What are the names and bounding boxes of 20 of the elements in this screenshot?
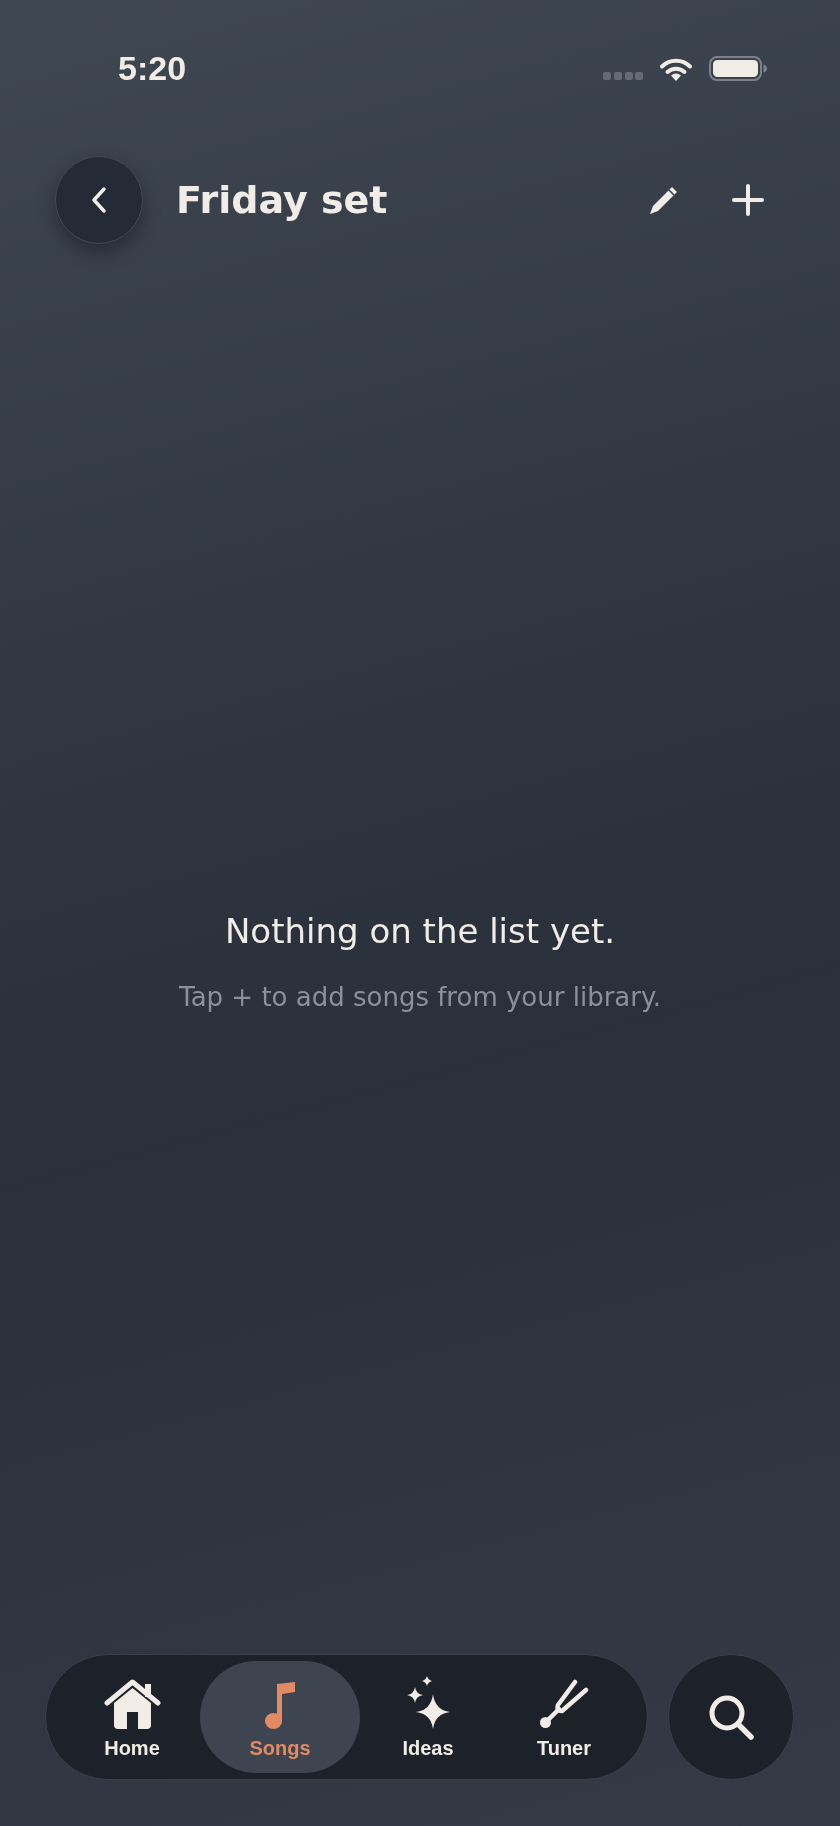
status-time: 5:20	[118, 51, 187, 85]
screen-title: Friday set	[176, 181, 388, 219]
edit-button[interactable]	[648, 185, 680, 215]
search-icon	[707, 1693, 755, 1741]
tuning-fork-icon	[539, 1679, 589, 1729]
tab-bar-item[interactable]: Ideas	[360, 1661, 496, 1773]
tab-bar-item[interactable]: Tuner	[496, 1661, 632, 1773]
empty-state-message: Tap + to add songs from your library.	[179, 981, 661, 1013]
battery-icon	[709, 55, 767, 81]
back-chevron-icon	[91, 186, 107, 214]
sparkles-icon	[406, 1676, 450, 1729]
tab-bar-item[interactable]: Songs	[200, 1661, 360, 1773]
pencil-icon	[648, 185, 680, 215]
add-button[interactable]	[732, 184, 764, 216]
tab-bar-item[interactable]: Home	[64, 1661, 200, 1773]
plus-icon	[732, 184, 764, 216]
music-note-icon	[265, 1682, 295, 1729]
empty-state-title: Nothing on the list yet.	[224, 911, 616, 951]
signal-icon	[603, 72, 643, 80]
home-icon	[103, 1679, 161, 1729]
